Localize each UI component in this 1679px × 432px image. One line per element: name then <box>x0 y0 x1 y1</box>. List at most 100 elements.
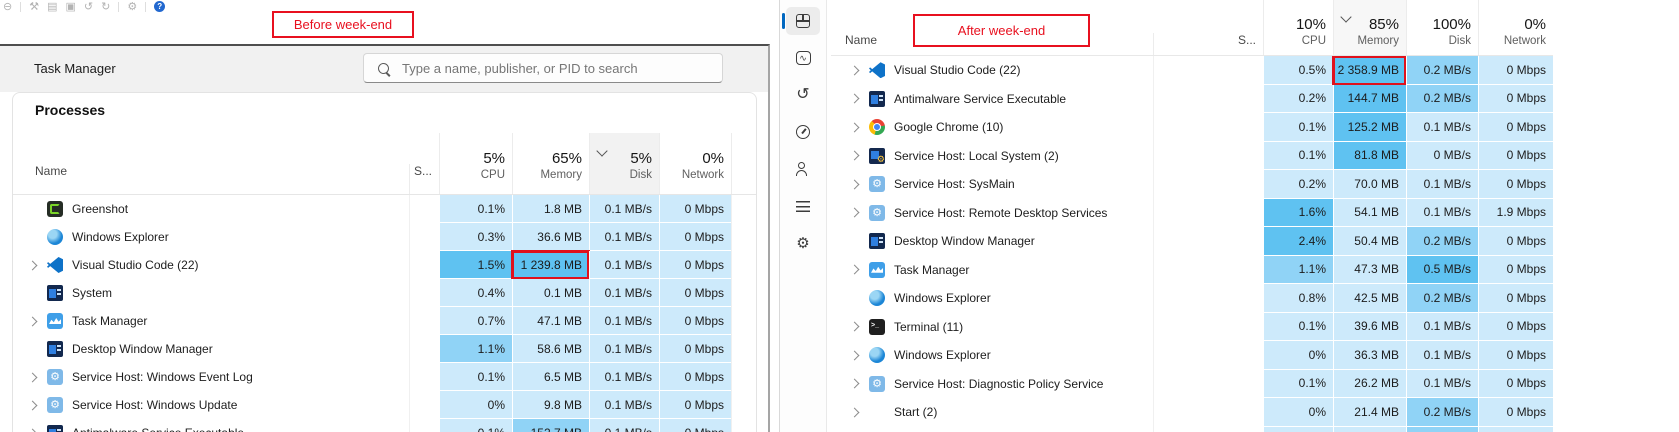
expand-chevron-icon[interactable] <box>27 260 38 270</box>
process-name-cell: Antimalware Service Executable <box>13 419 409 432</box>
expand-chevron-icon[interactable] <box>27 316 38 326</box>
process-name: Service Host: SysMain <box>894 177 1015 192</box>
expand-chevron-icon[interactable] <box>849 321 860 332</box>
memory-value: 21.4 MB <box>1333 398 1406 427</box>
taskmgr-icon <box>47 313 63 329</box>
search-box[interactable] <box>363 53 723 83</box>
memory-value: 6.5 MB <box>512 363 589 391</box>
process-row[interactable]: Service Host: Windows Update 0%9.8 MB0.1 … <box>13 391 756 419</box>
memory-value: 70.0 MB <box>1333 170 1406 199</box>
process-row[interactable]: System 0.4% 0.1 MB 0.1 MB/s 0 Mbps <box>13 279 756 307</box>
network-value: 0 Mbps <box>659 251 731 279</box>
filler-cell <box>731 419 756 432</box>
filler-cell <box>731 279 756 307</box>
expand-chevron-icon[interactable] <box>27 400 38 410</box>
process-row[interactable]: Service Host: Diagnostic Policy Service 0… <box>831 369 1553 398</box>
expand-chevron-icon[interactable] <box>849 93 860 104</box>
memory-value: 47.3 MB <box>1333 255 1406 284</box>
disk-value: 0.1 MB/s <box>1406 113 1478 142</box>
process-row[interactable]: Windows Explorer 0.8% 42.5 MB 0.2 MB/s 0 Mbp… <box>831 284 1553 313</box>
column-header-memory[interactable]: 85% Memory <box>1333 0 1406 55</box>
copy-icon[interactable]: ▣ <box>66 1 76 13</box>
column-header-status[interactable]: S... <box>409 164 439 194</box>
column-header-name[interactable]: Name <box>13 164 409 194</box>
process-row[interactable]: Desktop Window Manager 2.4% 50.4 MB 0.2 MB/… <box>831 227 1553 256</box>
expand-chevron-icon[interactable] <box>27 372 38 382</box>
process-row[interactable]: Visual Studio Code (22) 1.5% 1 239.8 MB 0.1… <box>13 250 756 280</box>
process-row[interactable]: Antimalware Service Executable 0.2% 144.7 … <box>831 84 1553 113</box>
process-name-cell: Task Manager <box>831 256 1153 285</box>
svchost-icon <box>47 369 63 385</box>
save-icon[interactable]: ⊖ <box>3 1 12 13</box>
process-name-cell: Desktop Window Manager <box>13 335 409 363</box>
process-row[interactable]: Start (2) 0% 21.4 MB 0.2 MB/s 0 Mbps <box>831 398 1553 427</box>
sidebar-item-users[interactable] <box>786 155 820 183</box>
cpu-total-percent: 10% <box>1295 16 1326 33</box>
sidebar-item-app-history[interactable]: ↺ <box>786 81 820 109</box>
cpu-value: 0.1% <box>1263 141 1333 170</box>
expand-chevron-icon[interactable] <box>849 122 860 133</box>
column-header-network[interactable]: 0% Network <box>659 133 731 194</box>
column-header-status[interactable]: S... <box>1153 33 1263 55</box>
process-row[interactable]: Service Host: SysMain 0.2%70.0 MB0.1 MB/s… <box>831 170 1553 199</box>
expand-chevron-icon[interactable] <box>849 179 860 190</box>
column-header-memory[interactable]: 65% Memory <box>512 133 589 194</box>
process-row[interactable]: Windows Explorer 0% 36.3 MB 0.1 MB/s 0 Mbps <box>831 341 1553 370</box>
process-row[interactable]: Service Host: Local System (2) 0.1%81.8 M… <box>831 141 1553 170</box>
expand-chevron-icon[interactable] <box>849 207 860 218</box>
sidebar-item-performance[interactable]: ∿ <box>786 44 820 72</box>
column-header-disk[interactable]: 100% Disk <box>1406 0 1478 55</box>
process-row[interactable]: Task Manager 0.7% 47.1 MB 0.1 MB/s 0 Mbps <box>13 307 756 335</box>
process-row[interactable]: Terminal (11) 0.1%39.6 MB0.1 MB/s0 Mbps <box>831 312 1553 341</box>
image-icon[interactable]: ▤ <box>47 1 57 13</box>
network-value: 0 Mbps <box>659 391 731 419</box>
help-icon[interactable]: ? <box>154 1 166 12</box>
expand-chevron-icon[interactable] <box>27 428 38 432</box>
expand-chevron-icon[interactable] <box>849 378 860 389</box>
column-header-disk[interactable]: 5% Disk <box>589 133 659 194</box>
disk-value: 0.1 MB/s <box>589 195 659 223</box>
network-total-percent: 0% <box>702 150 724 167</box>
process-row[interactable]: Visual Studio Code (22) 0.5% 2 358.9 MB 0.2… <box>831 56 1553 86</box>
process-name: Service Host: Local System (2) <box>894 148 1059 163</box>
status-cell <box>409 419 439 432</box>
process-row[interactable]: Service Host: Windows Event Log 0.1%6.5 M… <box>13 363 756 391</box>
sidebar-item-processes[interactable] <box>782 7 820 35</box>
status-cell <box>1153 198 1263 227</box>
expand-chevron-icon[interactable] <box>849 65 860 76</box>
cpu-value: 0.2% <box>1263 84 1333 113</box>
disk-value: 0.1 MB/s <box>589 363 659 391</box>
process-row[interactable]: Task Manager 1.1% 47.3 MB 0.5 MB/s 0 Mbps <box>831 255 1553 285</box>
memory-value: 54.1 MB <box>1333 198 1406 227</box>
undo-icon[interactable]: ↺ <box>84 1 93 13</box>
cpu-value: 0.3% <box>439 223 512 251</box>
column-header-cpu[interactable]: 10% CPU <box>1263 0 1333 55</box>
disk-value: 0.2 MB/s <box>1406 84 1478 113</box>
process-row[interactable]: Phone Link (2) 0.1%20.8 MB0.2 MB/s0 Mbps <box>831 426 1553 432</box>
sidebar-item-services[interactable]: ⚙ <box>786 229 820 257</box>
process-row[interactable]: Google Chrome (10) 0.1% 125.2 MB 0.1 MB/s 0 … <box>831 113 1553 142</box>
column-header-cpu[interactable]: 5% CPU <box>439 133 512 194</box>
redo-icon[interactable]: ↻ <box>101 1 110 13</box>
filler-cell <box>731 391 756 419</box>
expand-chevron-icon[interactable] <box>849 407 860 418</box>
cpu-value: 0.1% <box>439 363 512 391</box>
tools-icon[interactable]: ⚒ <box>29 1 39 13</box>
search-input[interactable] <box>400 59 722 77</box>
annotation-after-box: After week-end <box>913 14 1090 47</box>
column-header-network[interactable]: 0% Network <box>1478 0 1553 55</box>
sidebar-item-startup-apps[interactable] <box>786 118 820 146</box>
process-row[interactable]: Desktop Window Manager 1.1% 58.6 MB 0.1 MB/… <box>13 335 756 363</box>
sidebar-item-details[interactable] <box>786 192 820 220</box>
settings-icon[interactable]: ⚙ <box>127 1 137 13</box>
process-row[interactable]: Antimalware Service Executable 0.1%152.7 … <box>13 419 756 432</box>
disk-label: Disk <box>1448 35 1471 47</box>
process-row[interactable]: Greenshot 0.1% 1.8 MB 0.1 MB/s 0 Mbps <box>13 195 756 223</box>
process-row[interactable]: Windows Explorer 0.3% 36.6 MB 0.1 MB/s 0 Mbp… <box>13 223 756 251</box>
expand-chevron-icon[interactable] <box>849 264 860 275</box>
process-row[interactable]: Service Host: Remote Desktop Services 1.6… <box>831 198 1553 227</box>
network-value: 0 Mbps <box>1478 398 1553 427</box>
expand-chevron-icon[interactable] <box>849 150 860 161</box>
network-value: 0 Mbps <box>659 363 731 391</box>
expand-chevron-icon[interactable] <box>849 350 860 361</box>
